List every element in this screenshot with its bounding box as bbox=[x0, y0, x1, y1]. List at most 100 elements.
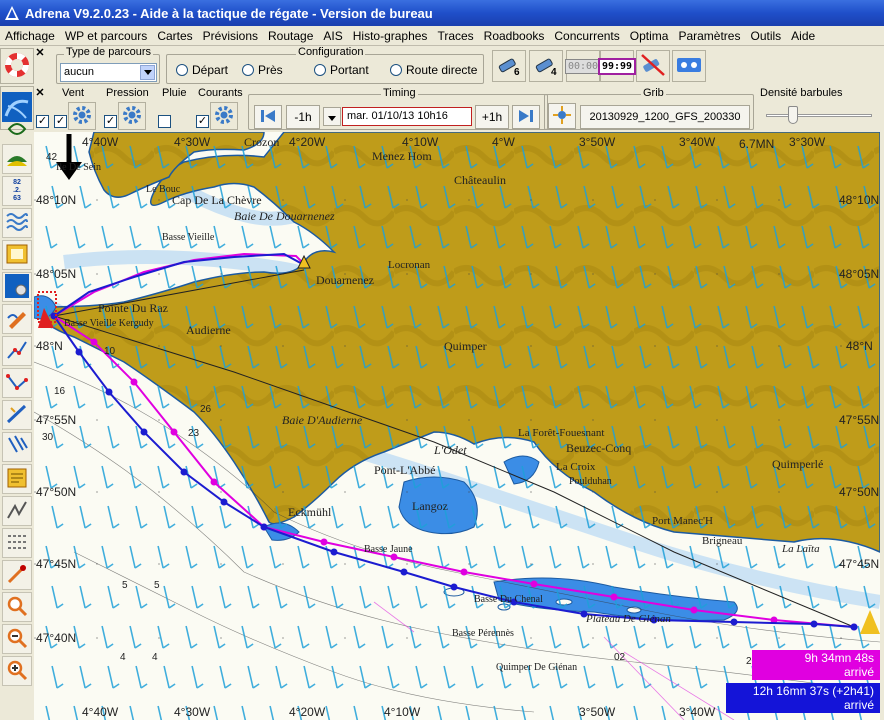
lon-label: 3°40W bbox=[679, 135, 716, 149]
route-icon bbox=[5, 562, 29, 589]
menu-wp-parcours[interactable]: WP et parcours bbox=[60, 29, 152, 43]
menu-routage[interactable]: Routage bbox=[263, 29, 318, 43]
route-waypoint[interactable] bbox=[220, 498, 228, 506]
menu-parametres[interactable]: Paramètres bbox=[673, 29, 745, 43]
layer-checkbox-a[interactable]: ✓ bbox=[36, 115, 49, 128]
timing-date-dropdown[interactable] bbox=[323, 107, 341, 126]
menu-roadbooks[interactable]: Roadbooks bbox=[479, 29, 550, 43]
route-waypoint[interactable] bbox=[130, 378, 138, 386]
route-waypoint[interactable] bbox=[180, 468, 188, 476]
lifebuoy-button[interactable] bbox=[0, 48, 34, 84]
route-waypoint[interactable] bbox=[610, 593, 618, 601]
depth-label: 30 bbox=[42, 432, 54, 443]
telescope-4-button[interactable]: 4 bbox=[529, 50, 563, 82]
measure-tool[interactable] bbox=[2, 400, 32, 430]
route-waypoint[interactable] bbox=[320, 538, 328, 546]
route-waypoint[interactable] bbox=[90, 338, 98, 346]
route-waypoint[interactable] bbox=[530, 580, 538, 588]
timer-end-button[interactable]: 99:99 bbox=[597, 50, 637, 82]
zoom-in-tool[interactable] bbox=[2, 656, 32, 686]
waypoint-line-tool[interactable] bbox=[2, 336, 32, 366]
route-waypoint[interactable] bbox=[400, 568, 408, 576]
lat-label: 47°55N bbox=[839, 413, 879, 427]
radio-depart[interactable]: Départ bbox=[176, 63, 228, 77]
vent-settings-button[interactable] bbox=[68, 102, 96, 130]
radio-portant[interactable]: Portant bbox=[314, 63, 369, 77]
timing-date-field[interactable]: mar. 01/10/13 10h16 bbox=[342, 107, 472, 126]
left-tool-panel: 82.2. 63 bbox=[0, 122, 34, 720]
place-label: Pointe Du Raz bbox=[98, 301, 168, 315]
vent-checkbox[interactable]: ✓ bbox=[54, 115, 67, 128]
route-waypoint[interactable] bbox=[170, 428, 178, 436]
route-waypoint[interactable] bbox=[690, 606, 698, 614]
radio-dot bbox=[176, 64, 188, 76]
notes-tool[interactable] bbox=[2, 464, 32, 494]
route-waypoint[interactable] bbox=[730, 618, 738, 626]
layers-icon bbox=[5, 146, 29, 173]
crossed-telescope-button[interactable] bbox=[636, 50, 670, 82]
menu-histo-graphes[interactable]: Histo-graphes bbox=[348, 29, 433, 43]
zoom-tool[interactable] bbox=[2, 592, 32, 622]
skip-forward-icon bbox=[518, 109, 534, 126]
timing-first-button[interactable] bbox=[254, 105, 282, 129]
route-waypoint[interactable] bbox=[140, 428, 148, 436]
nautical-chart-map[interactable]: 4°40W 4°30W 4°20W 4°10W 4°W 3°50W 3°40W … bbox=[34, 132, 880, 720]
wind-curves-tool[interactable] bbox=[2, 208, 32, 238]
map-right-scrollbar[interactable] bbox=[880, 132, 884, 720]
tape-button[interactable] bbox=[672, 50, 706, 82]
close-meteo-panel-icon[interactable]: ✕ bbox=[34, 88, 46, 100]
route-waypoint[interactable] bbox=[460, 568, 468, 576]
menu-traces[interactable]: Traces bbox=[432, 29, 478, 43]
telescope-6-button[interactable]: 6 bbox=[492, 50, 526, 82]
route-waypoint[interactable] bbox=[330, 548, 338, 556]
menu-previsions[interactable]: Prévisions bbox=[198, 29, 263, 43]
menu-affichage[interactable]: Affichage bbox=[0, 29, 60, 43]
numbers-grid-tool[interactable]: 82.2. 63 bbox=[2, 176, 32, 206]
timing-plus-1h-button[interactable]: +1h bbox=[475, 105, 509, 129]
compare-tool[interactable] bbox=[2, 528, 32, 558]
density-slider-thumb[interactable] bbox=[788, 106, 798, 124]
chart-canvas[interactable]: 4°40W 4°30W 4°20W 4°10W 4°W 3°50W 3°40W … bbox=[34, 132, 880, 720]
pencil-route-tool[interactable] bbox=[2, 304, 32, 334]
route-tool[interactable] bbox=[2, 560, 32, 590]
route-waypoint[interactable] bbox=[850, 623, 858, 631]
compass-tool[interactable] bbox=[2, 120, 32, 140]
menu-concurrents[interactable]: Concurrents bbox=[549, 29, 624, 43]
zoom-out-tool[interactable] bbox=[2, 624, 32, 654]
menu-outils[interactable]: Outils bbox=[745, 29, 786, 43]
menu-cartes[interactable]: Cartes bbox=[152, 29, 197, 43]
route-waypoint[interactable] bbox=[210, 478, 218, 486]
route-waypoint[interactable] bbox=[810, 620, 818, 628]
timing-minus-1h-button[interactable]: -1h bbox=[286, 105, 320, 129]
tack-tool[interactable] bbox=[2, 496, 32, 526]
route-waypoint[interactable] bbox=[260, 523, 268, 531]
layers-tool[interactable] bbox=[2, 144, 32, 174]
adrena-app-icon bbox=[3, 4, 21, 22]
radio-route-directe[interactable]: Route directe bbox=[390, 63, 477, 77]
timing-label: Timing bbox=[381, 87, 418, 99]
density-slider-track[interactable] bbox=[766, 114, 872, 117]
pluie-checkbox[interactable] bbox=[158, 115, 171, 128]
route-waypoint[interactable] bbox=[105, 388, 113, 396]
route-waypoint[interactable] bbox=[450, 583, 458, 591]
timer-start-button[interactable]: 00:00 bbox=[564, 50, 602, 82]
barbs-tool[interactable] bbox=[2, 432, 32, 462]
course-type-select[interactable]: aucun bbox=[60, 63, 157, 82]
menu-optima[interactable]: Optima bbox=[625, 29, 674, 43]
route-points-tool[interactable] bbox=[2, 368, 32, 398]
chevron-down-icon bbox=[140, 65, 155, 80]
grib-file-button[interactable]: 20130929_1200_GFS_200330 bbox=[580, 105, 750, 129]
courants-settings-button[interactable] bbox=[210, 102, 238, 130]
globe-gear-tool[interactable] bbox=[2, 272, 32, 302]
frame-tool[interactable] bbox=[2, 240, 32, 270]
radio-pres[interactable]: Près bbox=[242, 63, 283, 77]
pression-settings-button[interactable] bbox=[118, 102, 146, 130]
pression-checkbox[interactable]: ✓ bbox=[104, 115, 117, 128]
timing-last-button[interactable] bbox=[512, 105, 540, 129]
menu-aide[interactable]: Aide bbox=[786, 29, 820, 43]
menu-ais[interactable]: AIS bbox=[318, 29, 347, 43]
grib-target-button[interactable] bbox=[548, 103, 576, 129]
courants-checkbox[interactable]: ✓ bbox=[196, 115, 209, 128]
close-course-panel-icon[interactable]: ✕ bbox=[34, 48, 46, 60]
route-waypoint[interactable] bbox=[75, 348, 83, 356]
